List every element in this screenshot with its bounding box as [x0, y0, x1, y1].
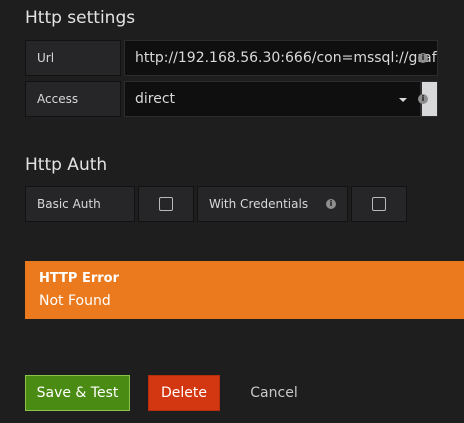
- basic-auth-label: Basic Auth: [25, 186, 135, 222]
- url-label: Url: [25, 40, 121, 76]
- basic-auth-checkbox-container: [138, 186, 194, 222]
- access-select-value: direct: [135, 91, 176, 107]
- with-credentials-checkbox[interactable]: [372, 197, 386, 211]
- with-credentials-info-icon: i: [326, 199, 336, 209]
- http-settings-heading: Http settings: [25, 8, 136, 28]
- basic-auth-checkbox[interactable]: [159, 197, 173, 211]
- url-input-value: http://192.168.56.30:666/con=mssql://gra…: [135, 50, 437, 66]
- delete-button[interactable]: Delete: [148, 375, 220, 411]
- cancel-button[interactable]: Cancel: [240, 375, 308, 411]
- http-error-alert: HTTP Error Not Found: [25, 261, 464, 319]
- access-select[interactable]: direct: [124, 81, 421, 117]
- url-input[interactable]: http://192.168.56.30:666/con=mssql://gra…: [124, 40, 438, 76]
- access-label: Access: [25, 81, 121, 117]
- access-info-icon: i: [418, 94, 428, 104]
- alert-message: Not Found: [39, 293, 111, 309]
- http-auth-heading: Http Auth: [25, 155, 108, 175]
- with-credentials-label: With Credentials: [209, 197, 309, 211]
- save-test-button[interactable]: Save & Test: [25, 375, 130, 411]
- url-info-icon: i: [418, 53, 428, 63]
- alert-title: HTTP Error: [39, 271, 120, 286]
- with-credentials-checkbox-container: [351, 186, 407, 222]
- chevron-down-icon: [399, 98, 407, 102]
